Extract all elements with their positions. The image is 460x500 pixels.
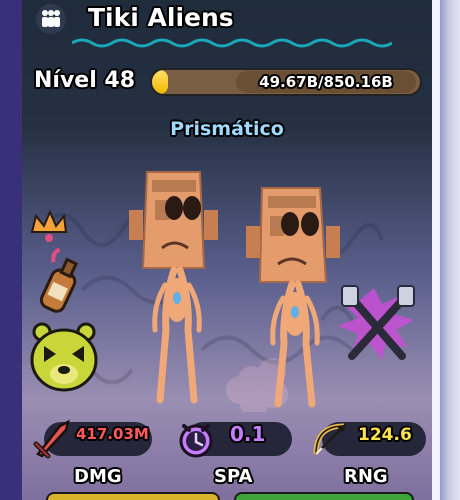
title-underline-wave [72, 38, 392, 48]
level-row: Nível 48 49.67B/850.16B [32, 66, 424, 100]
stat-dmg-label: DMG [74, 466, 122, 487]
stat-spa-value: 0.1 [230, 422, 266, 446]
left-background [0, 0, 22, 500]
stat-dmg-value: 417.03M [76, 425, 149, 443]
stat-rng-label: RNG [344, 466, 388, 487]
right-edge [432, 0, 440, 500]
bottle-icon [39, 247, 79, 313]
unit-name: Tiki Aliens [88, 3, 234, 32]
bottom-button-right[interactable] [234, 492, 414, 500]
tiki-alien-left [129, 171, 218, 404]
stat-spa-label: SPA [214, 466, 253, 487]
bear-icon [30, 322, 98, 392]
unit-info-panel: Tiki Aliens Nível 48 49.67B/850.16B Pris… [22, 0, 432, 500]
stat-rng-value: 124.6 [358, 425, 412, 445]
bow-icon [313, 423, 346, 455]
stat-dmg: 417.03M [30, 416, 154, 462]
sword-icon [33, 419, 70, 459]
rarity-label: Prismático [170, 118, 284, 140]
xp-progress-fill [152, 70, 168, 94]
level-label: Nível 48 [34, 68, 136, 93]
stat-spa: 0.1 [170, 416, 298, 462]
group-icon [36, 4, 66, 34]
unit-display [30, 171, 415, 412]
clock-icon [179, 424, 213, 458]
xp-text: 49.67B/850.16B [259, 73, 393, 91]
xp-text-box: 49.67B/850.16B [236, 71, 416, 93]
xp-progress-bar: 49.67B/850.16B [150, 68, 422, 96]
bottom-button-left[interactable] [46, 492, 220, 500]
stat-rng: 124.6 [306, 416, 432, 462]
